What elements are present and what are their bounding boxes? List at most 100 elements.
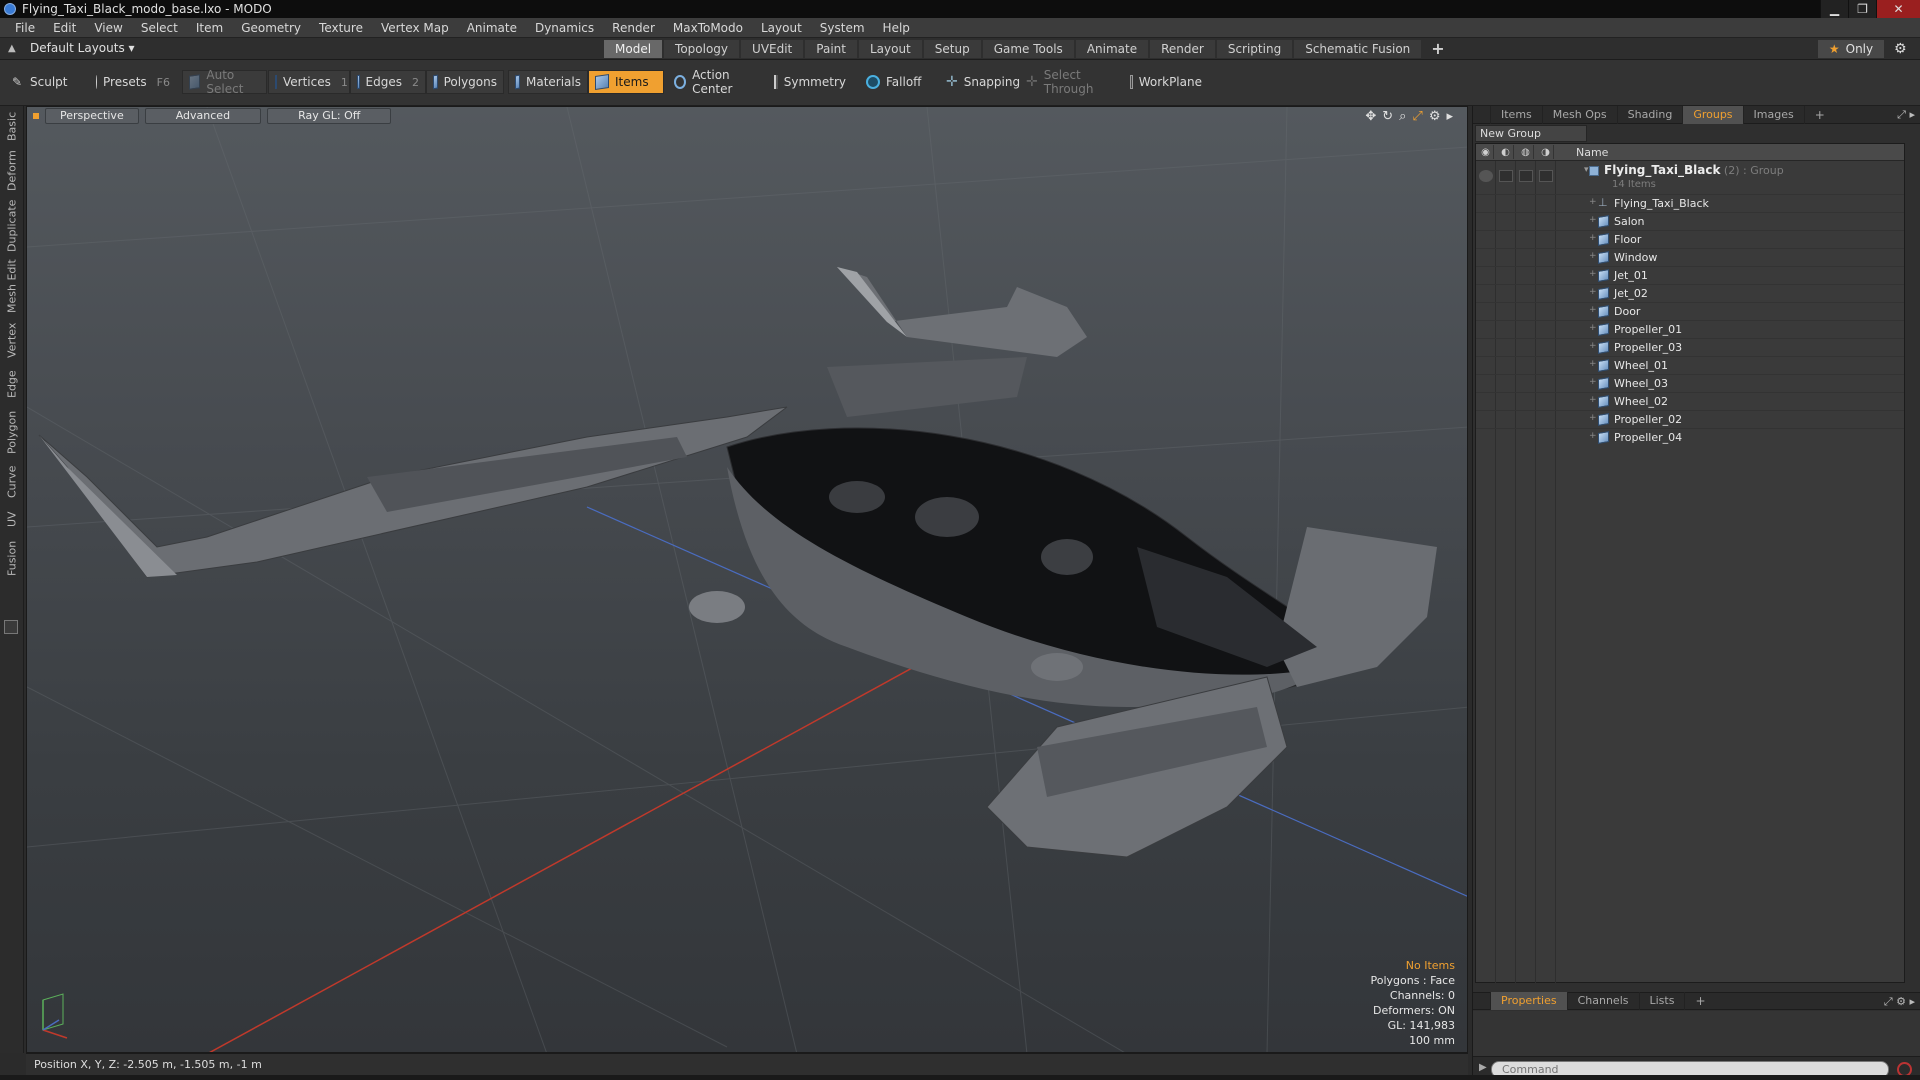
zoom-icon[interactable]: ⌕ [1399,109,1406,124]
vtab-basic[interactable]: Basic [2,108,22,144]
symmetry-button[interactable]: Symmetry [768,70,852,94]
tab-channels[interactable]: Channels [1568,992,1640,1010]
menu-maxtomodo[interactable]: MaxToModo [664,21,752,35]
vtab-vertex[interactable]: Vertex [2,318,22,362]
list-item[interactable]: + Propeller_04 [1476,428,1904,446]
panel-menu-icon[interactable] [1473,105,1491,124]
sculpt-button[interactable]: ✎ Sculpt [6,70,86,94]
menu-system[interactable]: System [811,21,874,35]
snapping-button[interactable]: ✛ Snapping [940,70,1026,94]
tab-scripting[interactable]: Scripting [1216,40,1293,58]
menu-select[interactable]: Select [132,21,187,35]
add-panel-tab-button[interactable]: + [1805,106,1835,124]
item-expand-icon[interactable]: + [1589,341,1597,351]
menu-dynamics[interactable]: Dynamics [526,21,603,35]
items-button[interactable]: Items [588,70,664,94]
item-expand-icon[interactable]: + [1589,377,1597,387]
tab-model[interactable]: Model [604,40,663,58]
vtab-mesh-edit[interactable]: Mesh Edit [2,258,22,314]
vtab-edge[interactable]: Edge [2,366,22,402]
item-expand-icon[interactable]: + [1589,251,1597,261]
list-item[interactable]: + Jet_01 [1476,266,1904,284]
tab-paint[interactable]: Paint [805,40,857,58]
list-item[interactable]: + Window [1476,248,1904,266]
list-item[interactable]: + Propeller_02 [1476,410,1904,428]
only-toggle-button[interactable]: ★ Only [1818,40,1884,58]
pan-icon[interactable]: ✥ [1365,109,1376,124]
visibility-column-eye-icon[interactable]: ◉ [1478,145,1494,159]
list-item[interactable]: + Wheel_03 [1476,374,1904,392]
group-select-toggle[interactable] [1539,170,1553,182]
list-item[interactable]: + Wheel_02 [1476,392,1904,410]
tab-groups[interactable]: Groups [1683,105,1744,124]
item-expand-icon[interactable]: + [1589,287,1597,297]
list-item[interactable]: + Floor [1476,230,1904,248]
item-expand-icon[interactable]: + [1589,233,1597,243]
properties-menu-icon[interactable] [1473,992,1491,1010]
item-expand-icon[interactable]: + [1589,269,1597,279]
menu-file[interactable]: File [6,21,44,35]
edges-button[interactable]: Edges 2 [350,70,426,94]
tab-lists[interactable]: Lists [1640,992,1686,1010]
item-expand-icon[interactable]: + [1589,359,1597,369]
menu-item[interactable]: Item [187,21,232,35]
item-expand-icon[interactable]: + [1589,305,1597,315]
new-group-button[interactable]: New Group [1475,125,1587,142]
item-expand-icon[interactable]: + [1589,215,1597,225]
item-expand-icon[interactable]: + [1589,323,1597,333]
collapse-up-icon[interactable]: ▲ [8,43,18,54]
view-mode-button[interactable]: Perspective [45,108,139,124]
vtab-uv[interactable]: UV [2,506,22,532]
action-center-button[interactable]: Action Center [668,68,764,96]
flying-taxi-model[interactable] [38,267,1437,858]
menu-vertex-map[interactable]: Vertex Map [372,21,458,35]
group-row[interactable]: ▾ Flying_Taxi_Black (2) : Group 14 Items [1476,162,1904,194]
panel-expand-icon[interactable]: ⤢ ▸ [1897,108,1915,122]
polygons-button[interactable]: Polygons [426,70,504,94]
lock-column-icon[interactable]: ◍ [1518,145,1534,159]
minimize-button[interactable]: ▁ [1820,0,1848,18]
3d-viewport[interactable]: Perspective Advanced Ray GL: Off ✥ ↻ ⌕ ⤢… [26,106,1468,1053]
group-visibility-eye-icon[interactable] [1479,170,1493,182]
tab-schematic-fusion[interactable]: Schematic Fusion [1294,40,1422,58]
vtab-polygon[interactable]: Polygon [2,406,22,458]
vtab-curve[interactable]: Curve [2,462,22,502]
properties-expand-icon[interactable]: ⤢ ⚙ ▸ [1884,995,1915,1009]
list-item[interactable]: + Door [1476,302,1904,320]
layout-preset-dropdown[interactable]: ▲ Default Layouts ▾ [8,41,135,55]
list-item[interactable]: + Salon [1476,212,1904,230]
vtab-fusion[interactable]: Fusion [2,536,22,580]
select-through-button[interactable]: ✛ Select Through [1020,68,1122,96]
tab-setup[interactable]: Setup [923,40,981,58]
item-expand-icon[interactable]: + [1589,431,1597,441]
menu-animate[interactable]: Animate [458,21,526,35]
tab-animate[interactable]: Animate [1075,40,1149,58]
menu-texture[interactable]: Texture [310,21,372,35]
auto-select-button[interactable]: Auto Select [182,68,267,96]
menu-geometry[interactable]: Geometry [232,21,310,35]
tab-render[interactable]: Render [1150,40,1215,58]
add-layout-tab-button[interactable]: + [1423,40,1452,58]
menu-render[interactable]: Render [603,21,664,35]
item-expand-icon[interactable]: + [1589,197,1597,207]
menu-edit[interactable]: Edit [44,21,85,35]
gear-icon[interactable]: ⚙ [1894,41,1912,57]
name-column-header[interactable]: Name [1576,144,1608,161]
vtab-duplicate[interactable]: Duplicate [2,198,22,254]
item-expand-icon[interactable]: + [1589,413,1597,423]
fit-icon[interactable]: ⤢ [1412,109,1422,124]
viewport-menu-icon[interactable] [33,113,39,119]
list-item[interactable]: + Propeller_01 [1476,320,1904,338]
tab-uvedit[interactable]: UVEdit [741,40,804,58]
materials-button[interactable]: Materials [508,70,588,94]
panel-toggle-button[interactable] [4,620,18,634]
vtab-deform[interactable]: Deform [2,148,22,194]
tab-properties[interactable]: Properties [1491,992,1568,1010]
rotate-icon[interactable]: ↻ [1382,109,1393,124]
raygl-button[interactable]: Ray GL: Off [267,108,392,124]
tab-game-tools[interactable]: Game Tools [982,40,1074,58]
tab-items[interactable]: Items [1491,105,1543,124]
presets-button[interactable]: Presets F6 [90,70,176,94]
falloff-button[interactable]: Falloff [860,70,940,94]
tab-images[interactable]: Images [1744,105,1805,124]
